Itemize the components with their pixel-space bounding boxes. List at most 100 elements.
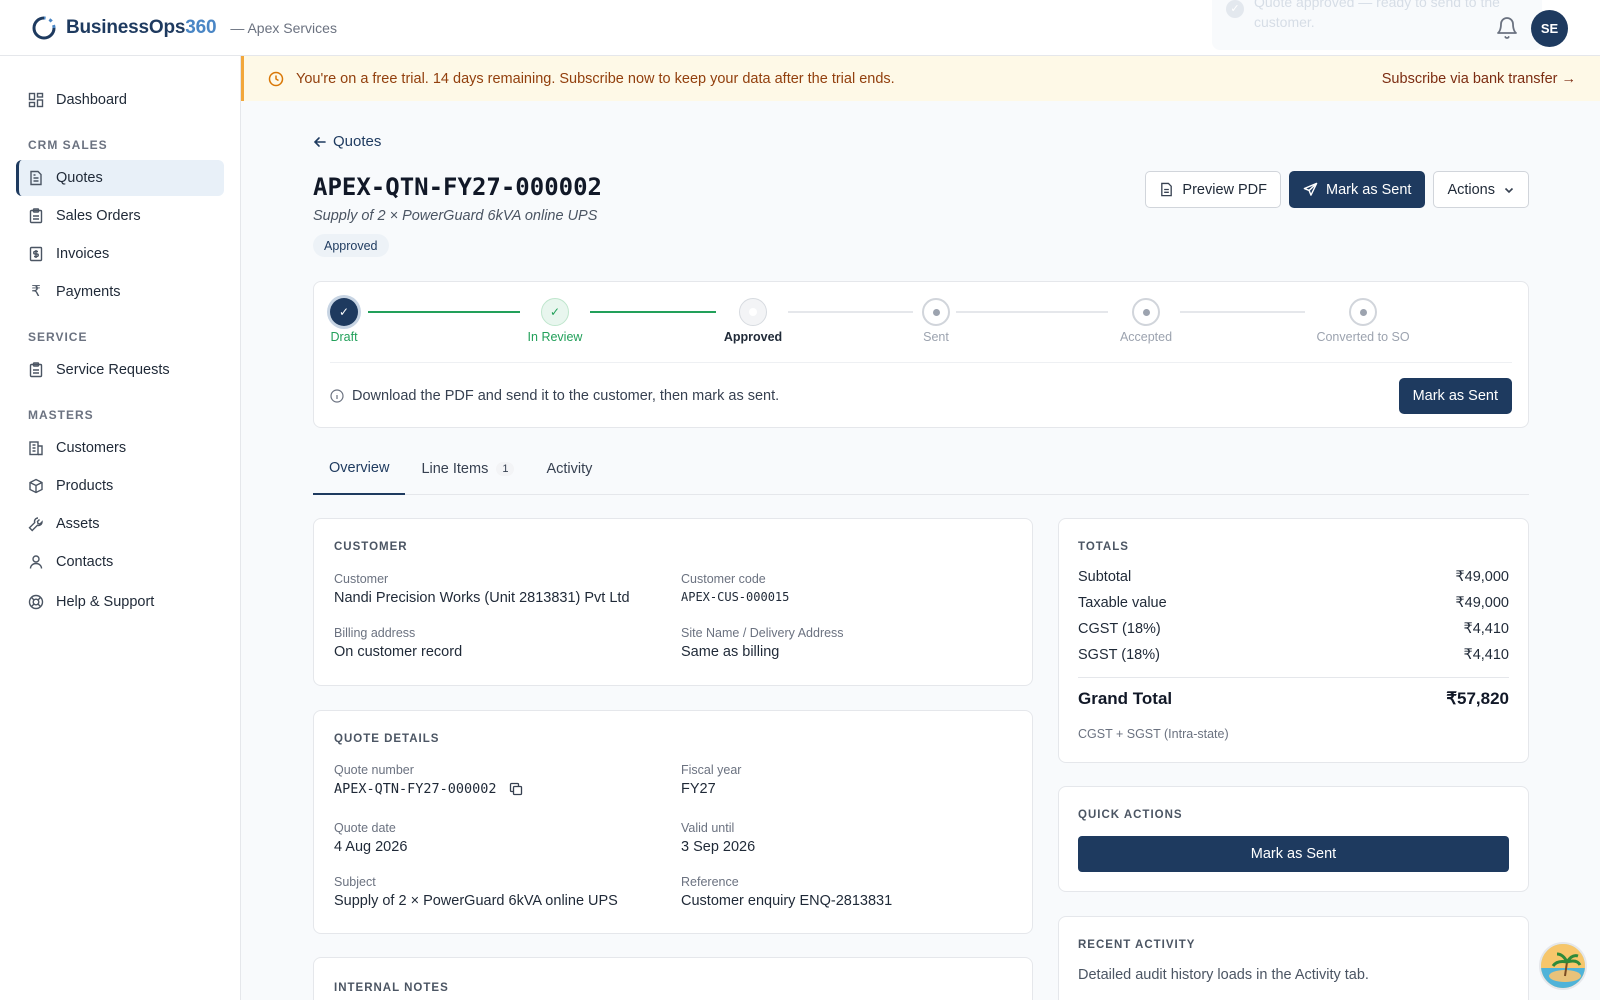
field-label: Billing address — [334, 626, 416, 640]
quote-details-card: QUOTE DETAILS Quote number APEX-QTN-FY27… — [313, 710, 1033, 934]
user-icon — [29, 555, 43, 569]
totals-value: ₹49,000 — [1455, 569, 1509, 585]
chevron-down-icon — [1504, 187, 1514, 193]
box-icon — [29, 478, 43, 494]
sidebar-item-label: Customers — [56, 440, 127, 456]
fiscal-year-field: Fiscal year FY27 — [681, 763, 741, 797]
sidebar-item-customers[interactable]: Customers — [16, 430, 224, 466]
sidebar-item-invoices[interactable]: Invoices — [16, 236, 224, 272]
customer-card: CUSTOMER Customer Nandi Precision Works … — [313, 518, 1033, 686]
totals-divider — [1078, 677, 1509, 678]
actions-dropdown[interactable]: Actions — [1433, 171, 1529, 208]
invoice-icon — [29, 246, 43, 262]
sidebar-item-sales-orders[interactable]: Sales Orders — [16, 198, 224, 234]
stepper-footer: Download the PDF and send it to the cust… — [330, 362, 1512, 428]
status-stepper: ✓ Draft ✓ In Review Approved Sent Accept… — [314, 282, 1530, 362]
sidebar-item-label: Service Requests — [56, 362, 170, 378]
customer-name[interactable]: Nandi Precision Works (Unit 2813831) Pvt… — [334, 590, 630, 606]
sidebar-item-service-requests[interactable]: Service Requests — [16, 352, 224, 388]
totals-label: SGST (18%) — [1078, 647, 1160, 663]
totals-value: ₹4,410 — [1463, 621, 1509, 637]
step-in-review-label: In Review — [527, 330, 583, 344]
step-approved-icon — [739, 298, 767, 326]
stepper-hint: Download the PDF and send it to the cust… — [330, 388, 779, 404]
actions-label: Actions — [1447, 181, 1495, 198]
reference: Customer enquiry ENQ-2813831 — [681, 893, 893, 909]
rupee-icon: ₹ — [31, 283, 41, 300]
sidebar-item-label: Assets — [56, 516, 100, 532]
page-title: APEX-QTN-FY27-000002 — [313, 173, 602, 201]
customer-code-field: Customer code APEX-CUS-000015 — [681, 572, 789, 604]
step-connector — [1180, 311, 1305, 313]
sidebar-item-label: Invoices — [56, 246, 110, 262]
preview-pdf-button[interactable]: Preview PDF — [1145, 171, 1282, 208]
sidebar-item-contacts[interactable]: Contacts — [16, 544, 224, 580]
wrench-icon — [28, 517, 43, 532]
trial-banner: You're on a free trial. 14 days remainin… — [241, 56, 1600, 101]
recent-activity-section-title: RECENT ACTIVITY — [1078, 939, 1196, 951]
tab-activity[interactable]: Activity — [530, 443, 608, 495]
brand-name: BusinessOps360 — [66, 16, 217, 38]
internal-notes-card: INTERNAL NOTES — [313, 957, 1033, 1000]
sidebar-item-products[interactable]: Products — [16, 468, 224, 504]
totals-row-sgst: SGST (18%) ₹4,410 — [1078, 647, 1509, 663]
document-icon — [30, 170, 42, 186]
dashboard-icon — [28, 92, 44, 108]
sidebar-item-payments[interactable]: ₹ Payments — [16, 274, 224, 310]
stepper-mark-as-sent-button[interactable]: Mark as Sent — [1398, 377, 1512, 414]
tax-note: CGST + SGST (Intra-state) — [1078, 727, 1229, 741]
sidebar-item-dashboard[interactable]: Dashboard — [16, 82, 224, 118]
tab-line-items-label: Line Items — [421, 461, 489, 477]
tab-line-items[interactable]: Line Items 1 — [405, 443, 530, 495]
sidebar-item-label: Dashboard — [56, 92, 127, 108]
quote-details-section-title: QUOTE DETAILS — [334, 733, 440, 745]
totals-row-grand: Grand Total ₹57,820 — [1078, 689, 1509, 709]
info-icon — [330, 388, 344, 403]
app-logo[interactable]: BusinessOps360 — [32, 16, 217, 40]
totals-row-cgst: CGST (18%) ₹4,410 — [1078, 621, 1509, 637]
mark-as-sent-button[interactable]: Mark as Sent — [1289, 171, 1426, 208]
totals-row-taxable: Taxable value ₹49,000 — [1078, 595, 1509, 611]
file-icon — [1161, 182, 1173, 197]
grand-total-label: Grand Total — [1078, 689, 1173, 708]
sidebar-item-label: Products — [56, 478, 114, 494]
quote-number-row: APEX-QTN-FY27-000002 — [334, 781, 523, 797]
status-stepper-card: ✓ Draft ✓ In Review Approved Sent Accept… — [313, 281, 1529, 428]
recent-activity-card: RECENT ACTIVITY Detailed audit history l… — [1058, 916, 1529, 1000]
totals-label: Subtotal — [1078, 569, 1132, 585]
field-label: Valid until — [681, 821, 735, 835]
sidebar-item-label: Payments — [56, 284, 121, 300]
subscribe-link[interactable]: Subscribe via bank transfer → — [1382, 71, 1576, 87]
clipboard-icon — [29, 362, 43, 378]
toast-message: Quote approved — ready to send to the cu… — [1254, 0, 1500, 30]
arrow-left-icon — [313, 136, 326, 147]
copy-icon[interactable] — [509, 782, 523, 796]
sidebar-item-help[interactable]: Help & Support — [16, 584, 224, 620]
totals-row-subtotal: Subtotal ₹49,000 — [1078, 569, 1509, 585]
sidebar: Dashboard CRM SALES Quotes Sales Orders … — [0, 56, 241, 1000]
check-icon: ✓ — [1226, 0, 1244, 18]
sidebar-item-assets[interactable]: Assets — [16, 506, 224, 542]
bell-icon[interactable] — [1495, 16, 1519, 40]
step-draft-icon: ✓ — [330, 298, 358, 326]
totals-label: Taxable value — [1078, 595, 1167, 611]
back-link[interactable]: Quotes — [313, 133, 381, 150]
site-address: Same as billing — [681, 644, 780, 660]
tab-overview[interactable]: Overview — [313, 443, 406, 495]
recent-activity-message: Detailed audit history loads in the Acti… — [1078, 967, 1369, 983]
toast-notification: ✓ Quote approved — ready to send to the … — [1212, 0, 1542, 50]
user-avatar[interactable]: SE — [1531, 10, 1568, 47]
lifebuoy-icon — [28, 594, 44, 610]
send-icon — [1303, 182, 1318, 196]
field-label: Subject — [334, 875, 376, 889]
subject: Supply of 2 × PowerGuard 6kVA online UPS — [334, 893, 618, 909]
quick-mark-as-sent-button[interactable]: Mark as Sent — [1078, 836, 1509, 872]
assistant-bubble-icon[interactable] — [1539, 942, 1587, 990]
back-label: Quotes — [333, 133, 382, 150]
totals-section-title: TOTALS — [1078, 541, 1129, 553]
totals-value: ₹4,410 — [1463, 647, 1509, 663]
sidebar-item-quotes[interactable]: Quotes — [16, 160, 224, 196]
step-connector — [788, 311, 913, 313]
valid-until-field: Valid until 3 Sep 2026 — [681, 821, 755, 855]
field-label: Customer — [334, 572, 389, 586]
